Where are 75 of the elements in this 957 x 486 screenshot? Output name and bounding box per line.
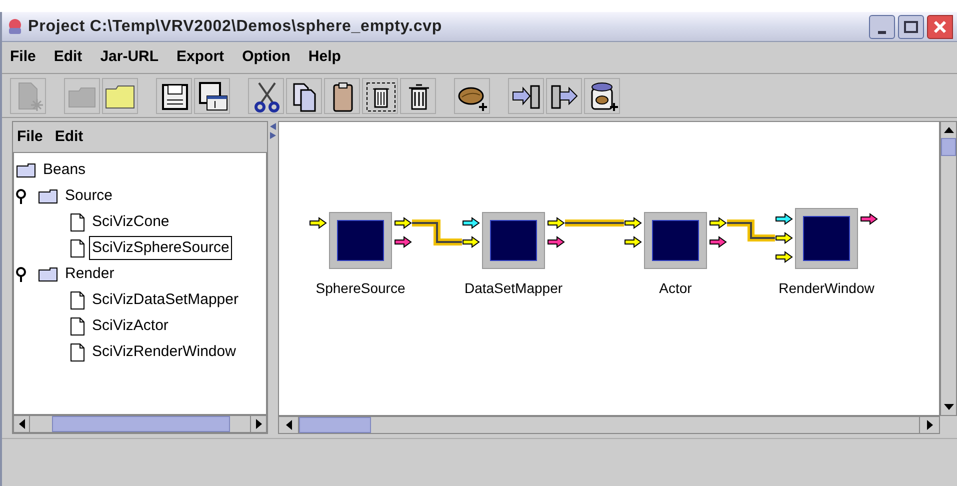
menu-item[interactable]: Edit xyxy=(54,126,84,148)
close-icon xyxy=(933,20,947,34)
output-port-icon[interactable] xyxy=(710,236,727,248)
node-label: Actor xyxy=(659,279,692,298)
component-node[interactable] xyxy=(482,212,545,269)
tree-item[interactable]: SciVizDataSetMapper xyxy=(89,288,242,312)
toolbar-button[interactable] xyxy=(156,78,192,114)
node-label: SphereSource xyxy=(316,279,406,298)
toolbar-button[interactable] xyxy=(194,78,230,114)
window-title: Project C:\Temp\VRV2002\Demos\sphere_empty.cvp xyxy=(28,16,442,36)
output-port-icon[interactable] xyxy=(394,217,412,229)
input-port-icon[interactable] xyxy=(462,236,480,248)
expand-handle-icon[interactable] xyxy=(16,188,26,204)
toolbar-button[interactable] xyxy=(546,78,582,114)
output-port-icon[interactable] xyxy=(860,213,878,225)
connector-line[interactable] xyxy=(565,220,624,226)
splitter-arrows-icon[interactable] xyxy=(270,123,276,139)
scroll-thumb[interactable] xyxy=(299,417,371,433)
scroll-thumb[interactable] xyxy=(941,138,956,156)
tree-item[interactable]: Render xyxy=(62,262,118,286)
input-port-icon[interactable] xyxy=(624,236,642,248)
toolbar-button[interactable] xyxy=(508,78,544,114)
vertical-scrollbar[interactable] xyxy=(940,121,957,416)
output-port-icon[interactable] xyxy=(710,217,727,229)
toolbar-button[interactable] xyxy=(102,78,138,114)
menu-item[interactable]: File xyxy=(17,126,43,148)
scroll-right-icon[interactable] xyxy=(256,419,262,429)
scroll-left-icon[interactable] xyxy=(18,419,24,429)
input-port-icon[interactable] xyxy=(310,217,327,229)
horizontal-scrollbar[interactable] xyxy=(13,415,267,433)
tree-item[interactable]: SciVizActor xyxy=(89,314,172,338)
connector-line[interactable] xyxy=(727,220,775,242)
input-port-icon[interactable] xyxy=(624,217,642,229)
scroll-down-icon[interactable] xyxy=(944,404,954,410)
app-logo-icon xyxy=(6,18,24,36)
toolbar-button[interactable] xyxy=(584,78,620,114)
node-label: RenderWindow xyxy=(778,279,874,298)
component-node[interactable] xyxy=(329,212,392,269)
node-label: DataSetMapper xyxy=(464,279,563,298)
tree-item[interactable]: Beans xyxy=(40,158,89,182)
menu-item[interactable]: Help xyxy=(308,46,341,69)
toolbar-button[interactable] xyxy=(362,78,398,114)
scroll-left-icon[interactable] xyxy=(286,420,292,430)
component-node[interactable] xyxy=(644,212,707,269)
tree-item[interactable]: SciVizCone xyxy=(89,210,172,234)
input-port-icon[interactable] xyxy=(776,251,793,263)
minimize-button[interactable] xyxy=(869,14,895,38)
input-port-icon[interactable] xyxy=(462,217,480,229)
tree-item[interactable]: Source xyxy=(62,184,116,208)
output-port-icon[interactable] xyxy=(548,217,565,229)
toolbar-button[interactable] xyxy=(324,78,360,114)
component-node[interactable] xyxy=(795,208,858,269)
menu-item[interactable]: Option xyxy=(242,46,290,69)
input-port-icon[interactable] xyxy=(776,232,793,244)
connector-line[interactable] xyxy=(412,220,462,246)
input-port-icon[interactable] xyxy=(776,213,793,225)
menu-item[interactable]: Jar-URL xyxy=(100,46,159,69)
close-button[interactable] xyxy=(927,14,953,38)
tree-item[interactable]: SciVizSphereSource xyxy=(89,236,232,260)
output-port-icon[interactable] xyxy=(548,236,565,248)
menu-item[interactable]: File xyxy=(10,46,36,69)
toolbar-button[interactable] xyxy=(454,78,490,114)
horizontal-scrollbar[interactable] xyxy=(278,416,940,434)
scroll-up-icon[interactable] xyxy=(944,127,954,133)
maximize-button[interactable] xyxy=(898,14,924,38)
scroll-thumb[interactable] xyxy=(52,416,230,432)
toolbar-button[interactable] xyxy=(286,78,322,114)
expand-handle-icon[interactable] xyxy=(16,266,26,282)
tree-item[interactable]: SciVizRenderWindow xyxy=(89,340,239,364)
toolbar-button[interactable] xyxy=(248,78,284,114)
menu-item[interactable]: Edit xyxy=(54,46,82,69)
output-port-icon[interactable] xyxy=(394,236,412,248)
menu-item[interactable]: Export xyxy=(176,46,224,69)
scroll-right-icon[interactable] xyxy=(926,420,932,430)
toolbar-button[interactable] xyxy=(400,78,436,114)
